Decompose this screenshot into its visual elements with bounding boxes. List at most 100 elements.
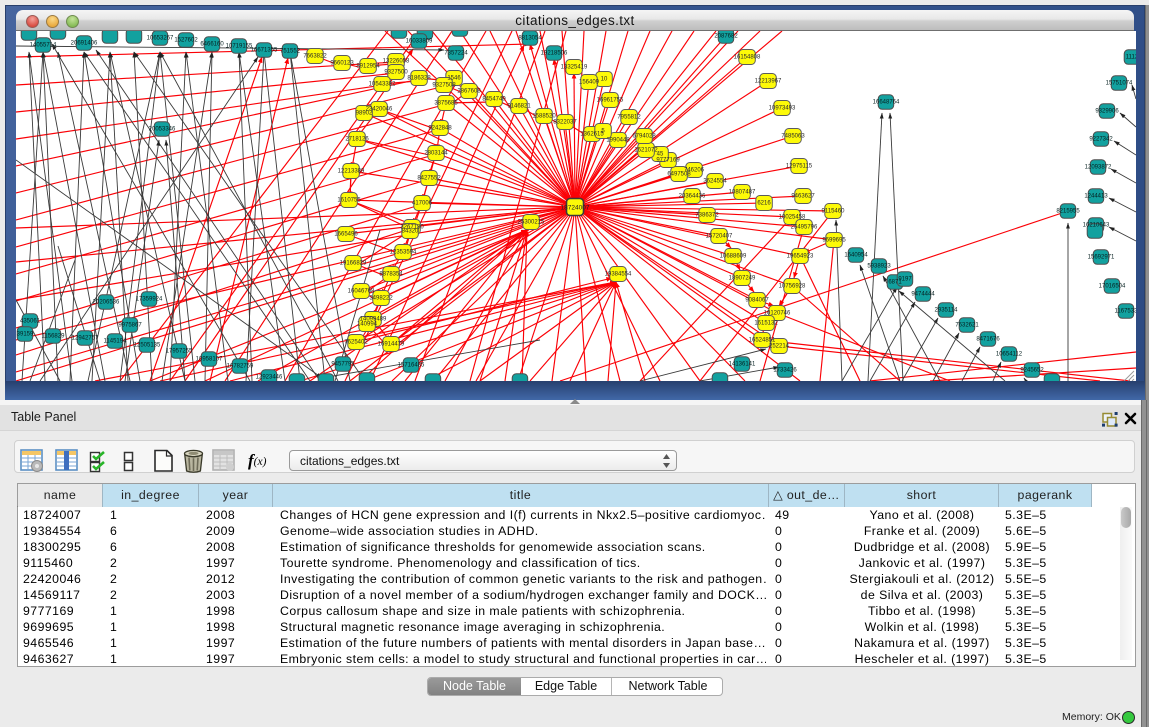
svg-text:7625402: 7625402 — [344, 340, 368, 346]
svg-text:12213389: 12213389 — [338, 169, 365, 175]
svg-text:16046768: 16046768 — [348, 289, 375, 295]
svg-text:751552: 751552 — [280, 49, 301, 55]
svg-text:10688609: 10688609 — [720, 254, 747, 260]
svg-text:15716485: 15716485 — [398, 363, 425, 369]
svg-text:19384554: 19384554 — [605, 272, 632, 278]
svg-text:10120746: 10120746 — [764, 311, 791, 317]
svg-text:16961755: 16961755 — [597, 98, 624, 104]
svg-text:10: 10 — [601, 77, 608, 83]
svg-text:1145194: 1145194 — [104, 339, 128, 345]
svg-text:12942757: 12942757 — [72, 336, 99, 342]
svg-text:1621072: 1621072 — [634, 148, 658, 154]
svg-text:3498222: 3498222 — [369, 296, 393, 302]
svg-text:16648764: 16648764 — [873, 100, 900, 106]
svg-text:10756928: 10756928 — [779, 284, 806, 290]
svg-text:14136141: 14136141 — [729, 362, 756, 368]
svg-text:3875685: 3875685 — [434, 101, 458, 107]
svg-text:10025458: 10025458 — [779, 215, 806, 221]
svg-text:12093872: 12093872 — [1085, 165, 1112, 171]
svg-text:12353594: 12353594 — [390, 250, 417, 256]
svg-text:9115460: 9115460 — [822, 209, 846, 215]
svg-text:16033809: 16033809 — [406, 39, 433, 45]
svg-text:8454749: 8454749 — [482, 97, 506, 103]
svg-text:9777169: 9777169 — [656, 158, 680, 164]
svg-text:1615132: 1615132 — [754, 321, 778, 327]
svg-text:15692971: 15692971 — [1088, 255, 1115, 261]
svg-text:7663822: 7663822 — [303, 54, 327, 60]
svg-text:9699695: 9699695 — [822, 238, 846, 244]
svg-text:2718126: 2718126 — [345, 137, 369, 143]
svg-text:1546: 1546 — [447, 76, 461, 82]
svg-text:17957255: 17957255 — [166, 349, 193, 355]
svg-text:19166829: 19166829 — [340, 261, 367, 267]
svg-text:8813054: 8813054 — [518, 36, 542, 42]
svg-text:9457791: 9457791 — [331, 362, 355, 368]
svg-text:16210643: 16210643 — [1083, 223, 1110, 229]
svg-text:12505135: 12505135 — [134, 343, 161, 349]
svg-text:1527602: 1527602 — [174, 38, 198, 44]
svg-text:417006: 417006 — [412, 201, 433, 207]
svg-text:156409: 156409 — [579, 80, 600, 86]
svg-text:18724007: 18724007 — [561, 205, 590, 212]
svg-text:2935114: 2935114 — [935, 308, 959, 314]
svg-text:6497508: 6497508 — [667, 172, 691, 178]
svg-text:15720407: 15720407 — [706, 234, 733, 240]
svg-text:1167533: 1167533 — [1115, 309, 1136, 315]
svg-text:17359924: 17359924 — [136, 297, 163, 303]
svg-text:17016504: 17016504 — [1099, 284, 1126, 290]
svg-text:7632621: 7632621 — [955, 323, 979, 329]
svg-text:16671355: 16671355 — [251, 48, 278, 54]
svg-text:2803144: 2803144 — [424, 151, 448, 157]
svg-text:12923446: 12923446 — [256, 375, 283, 381]
svg-text:25300215: 25300215 — [518, 220, 545, 226]
svg-text:9327508: 9327508 — [432, 83, 456, 89]
svg-text:1733426: 1733426 — [773, 368, 797, 374]
svg-text:1665496: 1665496 — [334, 232, 358, 238]
svg-text:1112: 1112 — [1126, 55, 1136, 61]
svg-text:20364436: 20364436 — [679, 194, 706, 200]
svg-text:8215955: 8215955 — [1056, 209, 1080, 215]
svg-text:8322037: 8322037 — [553, 120, 577, 126]
svg-text:6216: 6216 — [757, 201, 771, 207]
svg-text:9146821: 9146821 — [507, 104, 531, 110]
svg-text:1610755: 1610755 — [337, 198, 361, 204]
svg-text:9474444: 9474444 — [911, 292, 935, 298]
svg-text:9084067: 9084067 — [745, 298, 769, 304]
svg-text:10973493: 10973493 — [769, 106, 796, 112]
svg-text:8878354: 8878354 — [379, 272, 403, 278]
svg-text:84320: 84320 — [402, 229, 419, 235]
svg-text:13325419: 13325419 — [561, 65, 588, 71]
svg-text:3624554: 3624554 — [703, 179, 727, 185]
svg-text:7357224: 7357224 — [444, 51, 468, 57]
svg-text:19654923: 19654923 — [787, 254, 814, 260]
svg-text:10958107: 10958107 — [196, 357, 223, 363]
svg-text:5938923: 5938923 — [867, 264, 891, 270]
svg-text:20053346: 20053346 — [149, 127, 176, 133]
svg-text:9327500: 9327500 — [384, 70, 408, 76]
svg-text:9329906: 9329906 — [1095, 109, 1119, 115]
svg-text:20206536: 20206536 — [93, 300, 120, 306]
svg-text:98902: 98902 — [356, 111, 373, 117]
svg-text:8912954: 8912954 — [356, 64, 380, 70]
svg-text:10543382: 10543382 — [369, 82, 396, 88]
svg-text:25495796: 25495796 — [791, 225, 818, 231]
svg-text:9245652: 9245652 — [1020, 368, 1044, 374]
svg-text:9463627: 9463627 — [791, 194, 815, 200]
svg-text:2087682: 2087682 — [714, 34, 738, 40]
svg-text:16782759: 16782759 — [227, 364, 254, 370]
svg-text:7485063: 7485063 — [781, 134, 805, 140]
svg-text:252214: 252214 — [769, 344, 790, 350]
svg-text:1244413: 1244413 — [1084, 194, 1108, 200]
svg-text:10807487: 10807487 — [729, 190, 756, 196]
svg-text:12213967: 12213967 — [755, 79, 782, 85]
svg-text:9242848: 9242848 — [428, 126, 452, 132]
svg-text:6466160: 6466160 — [200, 42, 224, 48]
svg-text:8427552: 8427552 — [417, 176, 441, 182]
svg-text:10719155: 10719155 — [226, 44, 253, 50]
svg-text:7386372: 7386372 — [695, 213, 719, 219]
svg-text:16154808: 16154808 — [734, 55, 761, 61]
svg-text:9660123: 9660123 — [330, 61, 354, 67]
svg-text:10653267: 10653267 — [147, 36, 174, 42]
svg-text:12975115: 12975115 — [786, 164, 813, 170]
svg-text:9975867: 9975867 — [118, 323, 142, 329]
